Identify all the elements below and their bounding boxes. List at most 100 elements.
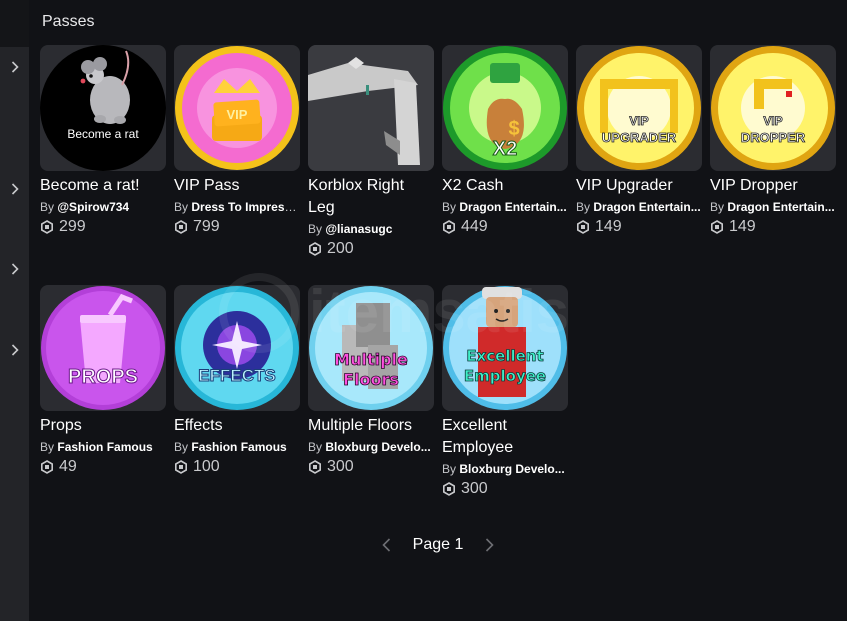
price-value: 299 — [59, 218, 86, 235]
svg-text:DROPPER: DROPPER — [741, 130, 806, 145]
creator-link[interactable]: @Spirow734 — [57, 200, 129, 214]
props-thumbnail[interactable]: PROPS — [40, 285, 166, 411]
creator-link[interactable]: Fashion Famous — [191, 440, 286, 454]
creator-link[interactable]: Dragon Entertain... — [459, 200, 566, 214]
korblox-leg-thumbnail[interactable] — [308, 45, 434, 171]
pass-card[interactable]: VIP DROPPER VIP Dropper By Dragon Entert… — [710, 45, 836, 236]
thumb-caption: EFFECTS — [198, 366, 275, 385]
pass-name[interactable]: X2 Cash — [442, 175, 568, 197]
pass-card[interactable]: Excellent Employee Excellent Employee By… — [442, 285, 568, 498]
pass-price: 449 — [442, 218, 568, 236]
expand-chevron-icon[interactable] — [8, 60, 22, 74]
pass-creator: By Bloxburg Develo... — [308, 439, 434, 455]
pass-creator: By Dragon Entertain... — [710, 199, 836, 215]
thumb-caption: Become a rat — [67, 127, 139, 141]
by-label: By — [40, 440, 55, 454]
pass-card[interactable]: $ X2 X2 Cash By Dragon Entertain... 449 — [442, 45, 568, 236]
robux-icon — [442, 482, 456, 496]
svg-text:Floors: Floors — [343, 370, 399, 389]
svg-text:Multiple: Multiple — [334, 350, 408, 369]
section-title: Passes — [42, 13, 95, 30]
vip-upgrader-thumbnail[interactable]: VIP UPGRADER — [576, 45, 702, 171]
robux-icon — [710, 220, 724, 234]
expand-chevron-icon[interactable] — [8, 182, 22, 196]
pass-creator: By @Spirow734 — [40, 199, 166, 215]
price-value: 300 — [327, 458, 354, 475]
creator-link[interactable]: Bloxburg Develo... — [325, 440, 430, 454]
by-label: By — [576, 200, 591, 214]
pass-price: 300 — [442, 480, 568, 498]
expand-chevron-icon[interactable] — [8, 262, 22, 276]
price-value: 149 — [595, 218, 622, 235]
pass-price: 200 — [308, 240, 434, 258]
pass-creator: By @lianasugc — [308, 221, 434, 237]
pass-name[interactable]: VIP Dropper — [710, 175, 836, 197]
x2-cash-thumbnail[interactable]: $ X2 — [442, 45, 568, 171]
price-value: 200 — [327, 240, 354, 257]
creator-link[interactable]: Dragon Entertain... — [593, 200, 700, 214]
pass-name[interactable]: Become a rat! — [40, 175, 166, 197]
price-value: 449 — [461, 218, 488, 235]
price-value: 100 — [193, 458, 220, 475]
pass-card[interactable]: Korblox Right Leg By @lianasugc 200 — [308, 45, 434, 258]
by-label: By — [442, 462, 457, 476]
creator-link[interactable]: Dragon Entertain... — [727, 200, 834, 214]
svg-text:$: $ — [508, 118, 519, 140]
robux-icon — [308, 242, 322, 256]
pass-price: 149 — [710, 218, 836, 236]
price-value: 300 — [461, 480, 488, 497]
svg-text:VIP: VIP — [629, 114, 648, 128]
pass-creator: By Dragon Entertain... — [576, 199, 702, 215]
robux-icon — [442, 220, 456, 234]
by-label: By — [40, 200, 55, 214]
svg-text:VIP: VIP — [763, 114, 782, 128]
pass-name[interactable]: VIP Pass — [174, 175, 300, 197]
pass-card[interactable]: VIP VIP Pass By Dress To Impress ... 799 — [174, 45, 300, 236]
robux-icon — [174, 220, 188, 234]
expand-chevron-icon[interactable] — [8, 343, 22, 357]
vip-pass-thumbnail[interactable]: VIP — [174, 45, 300, 171]
pass-price: 799 — [174, 218, 300, 236]
creator-link[interactable]: @lianasugc — [325, 222, 392, 236]
pass-creator: By Dragon Entertain... — [442, 199, 568, 215]
vip-dropper-thumbnail[interactable]: VIP DROPPER — [710, 45, 836, 171]
creator-link[interactable]: Fashion Famous — [57, 440, 152, 454]
pass-card[interactable]: PROPS Props By Fashion Famous 49 — [40, 285, 166, 476]
pass-creator: By Bloxburg Develo... — [442, 461, 568, 477]
pass-name[interactable]: Multiple Floors — [308, 415, 434, 437]
effects-thumbnail[interactable]: EFFECTS — [174, 285, 300, 411]
by-label: By — [710, 200, 725, 214]
pass-card[interactable]: EFFECTS Effects By Fashion Famous 100 — [174, 285, 300, 476]
price-value: 149 — [729, 218, 756, 235]
previous-page-icon[interactable] — [379, 537, 395, 553]
pass-name[interactable]: Effects — [174, 415, 300, 437]
robux-icon — [174, 460, 188, 474]
pass-name[interactable]: VIP Upgrader — [576, 175, 702, 197]
page-label: Page 1 — [412, 536, 464, 553]
pass-price: 49 — [40, 458, 166, 476]
pass-creator: By Fashion Famous — [40, 439, 166, 455]
pass-card[interactable]: Multiple Floors Multiple Floors By Bloxb… — [308, 285, 434, 476]
by-label: By — [174, 200, 189, 214]
pass-name[interactable]: Korblox Right Leg — [308, 175, 434, 219]
next-page-icon[interactable] — [481, 537, 497, 553]
excellent-employee-thumbnail[interactable]: Excellent Employee — [442, 285, 568, 411]
by-label: By — [308, 440, 323, 454]
pass-price: 299 — [40, 218, 166, 236]
multiple-floors-thumbnail[interactable]: Multiple Floors — [308, 285, 434, 411]
passes-panel: Passes Become a rat Become a rat! By @Sp… — [29, 0, 847, 621]
pagination: Page 1 — [29, 536, 847, 554]
pass-name[interactable]: Props — [40, 415, 166, 437]
creator-link[interactable]: Dress To Impress ... — [191, 200, 300, 214]
svg-text:Excellent: Excellent — [466, 347, 543, 365]
robux-icon — [40, 460, 54, 474]
pass-price: 149 — [576, 218, 702, 236]
pass-price: 100 — [174, 458, 300, 476]
rat-thumbnail[interactable]: Become a rat — [40, 45, 166, 171]
creator-link[interactable]: Bloxburg Develo... — [459, 462, 564, 476]
pass-card[interactable]: Become a rat Become a rat! By @Spirow734… — [40, 45, 166, 236]
pass-creator: By Dress To Impress ... — [174, 199, 300, 215]
pass-creator: By Fashion Famous — [174, 439, 300, 455]
pass-card[interactable]: VIP UPGRADER VIP Upgrader By Dragon Ente… — [576, 45, 702, 236]
pass-name[interactable]: Excellent Employee — [442, 415, 568, 459]
